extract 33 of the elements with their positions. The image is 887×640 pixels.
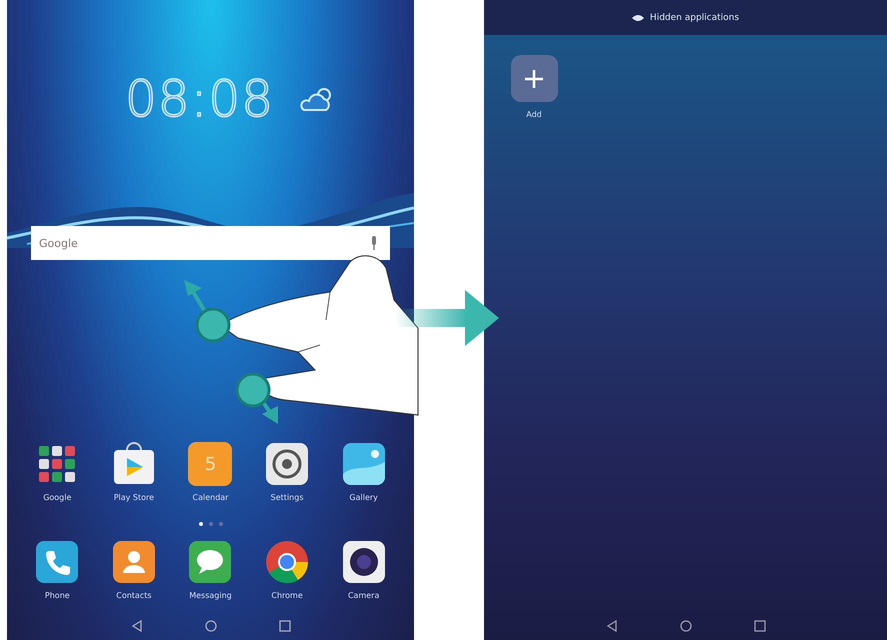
app-label: Camera bbox=[348, 591, 380, 600]
app-label: Play Store bbox=[114, 493, 154, 502]
recents-icon[interactable] bbox=[278, 620, 290, 632]
shopping-bag-icon[interactable] bbox=[112, 442, 156, 486]
app-label: Chrome bbox=[271, 591, 303, 600]
recents-icon[interactable] bbox=[754, 620, 766, 632]
chat-bubble-icon[interactable] bbox=[188, 540, 232, 584]
calendar-icon[interactable]: 5 bbox=[188, 442, 232, 486]
app-label: Settings bbox=[270, 493, 304, 502]
app-label: Calendar bbox=[192, 493, 228, 502]
add-label: Add bbox=[526, 110, 542, 119]
eye-icon bbox=[632, 14, 644, 22]
back-icon[interactable] bbox=[606, 620, 618, 632]
phone-icon[interactable] bbox=[35, 540, 80, 584]
back-icon[interactable] bbox=[130, 620, 142, 632]
person-icon[interactable] bbox=[112, 540, 156, 584]
app-label: Gallery bbox=[349, 493, 378, 502]
landscape-picture-icon[interactable] bbox=[342, 442, 386, 486]
browser-icon[interactable] bbox=[265, 540, 310, 584]
app-label: Messaging bbox=[189, 591, 232, 600]
screen-title: Hidden applications bbox=[650, 12, 740, 22]
clock-time: 08:08 bbox=[124, 70, 274, 128]
plus-icon bbox=[524, 68, 544, 88]
home-icon[interactable] bbox=[680, 620, 692, 632]
settings-icon[interactable] bbox=[265, 442, 310, 486]
app-label: Google bbox=[43, 493, 72, 502]
add-button[interactable] bbox=[510, 55, 558, 102]
home-icon[interactable] bbox=[204, 620, 216, 632]
camera-lens-icon[interactable] bbox=[342, 540, 386, 584]
app-label: Contacts bbox=[116, 591, 152, 600]
microphone-icon[interactable] bbox=[370, 236, 378, 250]
search-field[interactable]: Google bbox=[31, 226, 390, 260]
app-label: Phone bbox=[44, 591, 70, 600]
